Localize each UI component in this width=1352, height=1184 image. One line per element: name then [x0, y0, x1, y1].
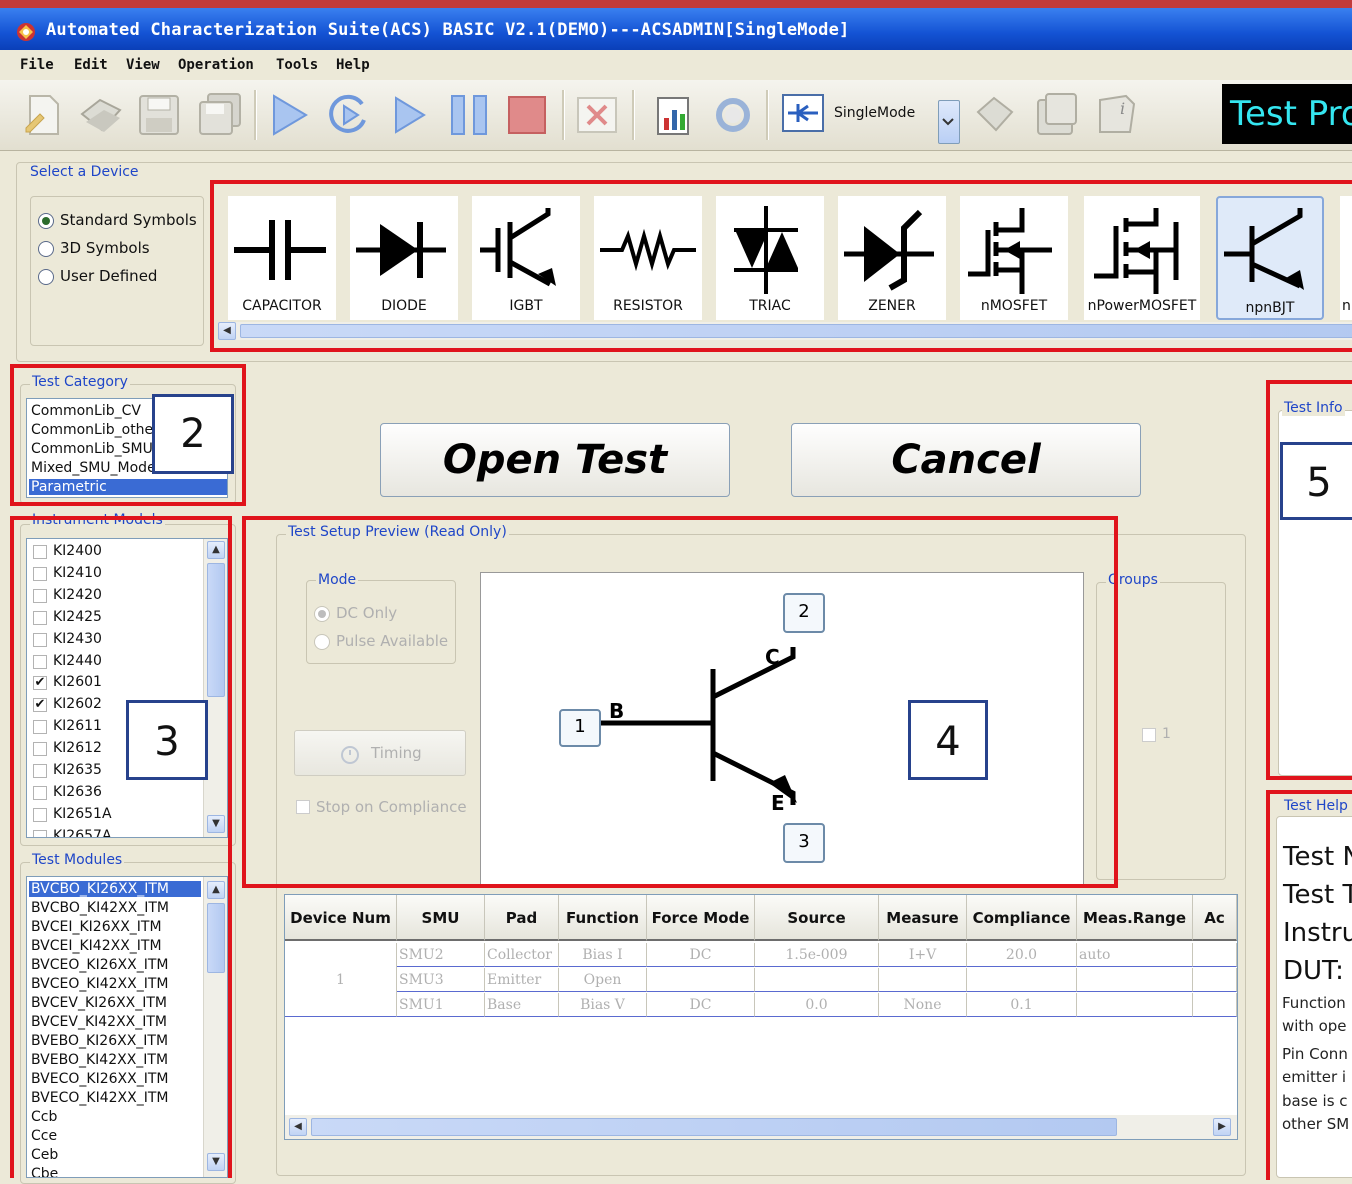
toolbar-separator: [766, 90, 769, 140]
single-mode-icon: [782, 94, 824, 132]
radio-3d-symbols[interactable]: [38, 241, 54, 257]
radio-3d-symbols-label: 3D Symbols: [60, 239, 150, 257]
highlight-test-help: [1266, 790, 1352, 1180]
table-cell: Open: [559, 968, 647, 992]
toolbar-separator: [562, 90, 565, 140]
toolbar-separator: [632, 90, 635, 140]
highlight-test-info: [1266, 380, 1352, 780]
column-header[interactable]: Function: [559, 895, 647, 941]
run-icon[interactable]: [266, 92, 312, 138]
scroll-right-button[interactable]: ▶: [1213, 1118, 1231, 1136]
menu-file[interactable]: File: [20, 57, 54, 73]
table-cell: [1077, 968, 1193, 992]
test-program-display: Test Pro: [1222, 84, 1352, 144]
table-cell: 0.0: [755, 993, 879, 1017]
table-cell: Base: [485, 993, 559, 1017]
table-cell: Collector: [485, 943, 559, 967]
table-cell: Bias I: [559, 943, 647, 967]
scroll-thumb[interactable]: [311, 1118, 1117, 1136]
column-header[interactable]: Source: [755, 895, 879, 941]
column-header[interactable]: Meas.Range: [1077, 895, 1193, 941]
table-cell: [1077, 993, 1193, 1017]
table-cell: 0.1: [967, 993, 1077, 1017]
open-test-button[interactable]: Open Test: [380, 423, 730, 497]
radio-user-defined[interactable]: [38, 269, 54, 285]
chevron-down-icon: [942, 118, 954, 126]
highlight-device-strip: [210, 180, 1352, 352]
column-header[interactable]: Ac: [1193, 895, 1237, 941]
table-cell: SMU1: [397, 993, 485, 1017]
menu-view[interactable]: View: [126, 57, 160, 73]
chevron-right-icon: ▶: [1218, 1121, 1226, 1132]
save-all-icon[interactable]: [196, 92, 242, 138]
data-chart-icon[interactable]: [652, 92, 698, 138]
group-checkbox: [1142, 728, 1156, 742]
smu-table[interactable]: Device Num SMU Pad Function Force Mode Source…: [284, 894, 1238, 1140]
table-cell: 1.5e-009: [755, 943, 879, 967]
table-scrollbar[interactable]: ◀ ▶: [285, 1115, 1237, 1139]
table-cell: None: [879, 993, 967, 1017]
stop-icon[interactable]: [504, 92, 550, 138]
column-header[interactable]: Force Mode: [647, 895, 755, 941]
mode-dropdown-button[interactable]: [938, 100, 960, 144]
table-cell: [647, 968, 755, 992]
table-cell: [1193, 968, 1237, 992]
abort-icon[interactable]: [574, 92, 620, 138]
highlight-instruments-modules: [10, 516, 232, 1178]
radio-standard-symbols[interactable]: [38, 213, 54, 229]
window-title: Automated Characterization Suite(ACS) BA…: [46, 20, 850, 40]
column-header[interactable]: SMU: [397, 895, 485, 941]
open-icon[interactable]: [78, 92, 124, 138]
library-icon[interactable]: [1034, 92, 1080, 138]
table-cell: [967, 968, 1077, 992]
table-cell: [1193, 943, 1237, 967]
radio-standard-symbols-label: Standard Symbols: [60, 211, 197, 229]
new-icon[interactable]: [20, 92, 66, 138]
table-cell: Emitter: [485, 968, 559, 992]
table-cell: 20.0: [967, 943, 1077, 967]
device-num-cell: 1: [285, 943, 397, 1017]
highlight-test-category: [10, 364, 246, 506]
table-cell: [879, 968, 967, 992]
table-cell: Bias V: [559, 993, 647, 1017]
column-header[interactable]: Measure: [879, 895, 967, 941]
toolbar-separator: [254, 90, 257, 140]
menu-help[interactable]: Help: [336, 57, 370, 73]
radio-user-defined-label: User Defined: [60, 267, 158, 285]
pause-icon[interactable]: [446, 92, 492, 138]
table-cell: SMU3: [397, 968, 485, 992]
toolbar: SingleMode i: [0, 80, 1352, 151]
group-checkbox-label: 1: [1162, 726, 1171, 742]
svg-text:i: i: [1120, 99, 1125, 118]
select-device-title: Select a Device: [28, 164, 141, 180]
highlight-test-setup-preview: [242, 516, 1118, 888]
title-bar: Automated Characterization Suite(ACS) BA…: [0, 0, 1352, 50]
table-cell: auto: [1077, 943, 1193, 967]
app-icon: [17, 23, 35, 41]
menu-tools[interactable]: Tools: [276, 57, 318, 73]
column-header[interactable]: Pad: [485, 895, 559, 941]
column-header[interactable]: Device Num: [285, 895, 397, 941]
menu-edit[interactable]: Edit: [74, 57, 108, 73]
cancel-button[interactable]: Cancel: [791, 423, 1141, 497]
table-cell: DC: [647, 943, 755, 967]
table-cell: [1193, 993, 1237, 1017]
column-header[interactable]: Compliance: [967, 895, 1077, 941]
mode-selector[interactable]: SingleMode: [778, 92, 944, 134]
table-cell: SMU2: [397, 943, 485, 967]
run-repeat-icon[interactable]: [326, 92, 372, 138]
menu-bar: File Edit View Operation Tools Help: [0, 50, 1352, 80]
refresh-icon[interactable]: [710, 92, 756, 138]
save-icon[interactable]: [136, 92, 182, 138]
plug-in-icon[interactable]: [972, 92, 1018, 138]
chevron-left-icon: ◀: [294, 1121, 302, 1132]
mode-value: SingleMode: [834, 105, 916, 121]
table-cell: I+V: [879, 943, 967, 967]
table-cell: [755, 968, 879, 992]
menu-operation[interactable]: Operation: [178, 57, 254, 73]
info-icon[interactable]: i: [1094, 92, 1140, 138]
table-cell: DC: [647, 993, 755, 1017]
scroll-left-button[interactable]: ◀: [289, 1118, 307, 1136]
step-icon[interactable]: [388, 92, 434, 138]
